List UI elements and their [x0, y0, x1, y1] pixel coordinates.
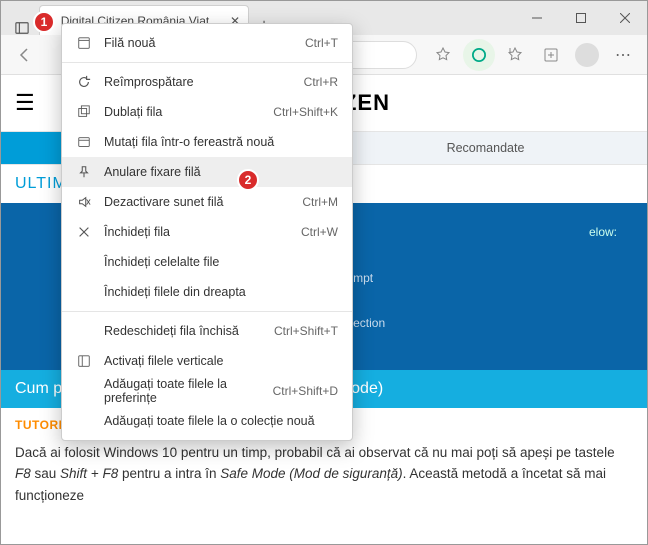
menu-item-shortcut: Ctrl+T [305, 36, 338, 50]
menu-item-label: Închideți filele din dreapta [104, 285, 338, 299]
menu-item-label: Dublați fila [104, 105, 261, 119]
menu-item-label: Anulare fixare filă [104, 165, 338, 179]
favorites-icon[interactable] [427, 39, 459, 71]
menu-item-label: Reîmprospătare [104, 75, 292, 89]
tab-context-menu: Filă nouă Ctrl+T Reîmprospătare Ctrl+R Dubla… [61, 23, 353, 441]
new-icon [76, 36, 92, 50]
nav-tab-recommended[interactable]: Recomandate [324, 132, 647, 164]
menu-item[interactable]: Filă nouă Ctrl+T [62, 28, 352, 58]
menu-item-label: Închideți fila [104, 225, 289, 239]
refresh-icon [76, 75, 92, 89]
menu-item-label: Adăugați toate filele la o colecție nouă [104, 414, 338, 428]
article-body: Dacă ai folosit Windows 10 pentru un tim… [1, 442, 647, 507]
minimize-button[interactable] [515, 1, 559, 35]
menu-item-label: Adăugați toate filele la preferințe [104, 377, 261, 405]
close-icon [76, 225, 92, 239]
window-controls [515, 1, 647, 35]
menu-item[interactable]: Mutați fila într-o fereastră nouă [62, 127, 352, 157]
mute-icon [76, 195, 92, 209]
menu-item[interactable]: Adăugați toate filele la o colecție nouă [62, 406, 352, 436]
menu-item[interactable]: Închideți fila Ctrl+W [62, 217, 352, 247]
menu-item[interactable]: Închideți filele din dreapta [62, 277, 352, 307]
menu-item-label: Filă nouă [104, 36, 293, 50]
maximize-button[interactable] [559, 1, 603, 35]
window-icon [76, 135, 92, 149]
menu-item-label: Activați filele verticale [104, 354, 338, 368]
menu-item-shortcut: Ctrl+M [302, 195, 338, 209]
dup-icon [76, 105, 92, 119]
menu-item[interactable]: Adăugați toate filele la preferințe Ctrl+… [62, 376, 352, 406]
menu-item[interactable]: Activați filele verticale [62, 346, 352, 376]
close-window-button[interactable] [603, 1, 647, 35]
collections-plus-icon[interactable] [535, 39, 567, 71]
menu-separator [62, 311, 352, 312]
menu-item-label: Redeschideți fila închisă [104, 324, 262, 338]
annotation-badge-2: 2 [237, 169, 259, 191]
profile-button[interactable] [571, 39, 603, 71]
menu-item[interactable]: Reîmprospătare Ctrl+R [62, 67, 352, 97]
menu-item[interactable]: Anulare fixare filă [62, 157, 352, 187]
menu-separator [62, 62, 352, 63]
annotation-badge-1: 1 [33, 11, 55, 33]
menu-item-shortcut: Ctrl+Shift+T [274, 324, 338, 338]
menu-item-shortcut: Ctrl+W [301, 225, 338, 239]
menu-item-label: Dezactivare sunet filă [104, 195, 290, 209]
back-button[interactable] [9, 39, 41, 71]
pin-icon [76, 165, 92, 179]
menu-item-shortcut: Ctrl+Shift+K [273, 105, 338, 119]
menu-item-label: Mutați fila într-o fereastră nouă [104, 135, 338, 149]
menu-item[interactable]: Închideți celelalte file [62, 247, 352, 277]
menu-item-shortcut: Ctrl+R [304, 75, 338, 89]
hamburger-icon[interactable]: ☰ [15, 90, 35, 116]
menu-item[interactable]: Dezactivare sunet filă Ctrl+M [62, 187, 352, 217]
menu-item[interactable]: Dublați fila Ctrl+Shift+K [62, 97, 352, 127]
menu-item-label: Închideți celelalte file [104, 255, 338, 269]
vert-icon [76, 354, 92, 368]
menu-item-shortcut: Ctrl+Shift+D [273, 384, 338, 398]
menu-button[interactable]: ⋯ [607, 39, 639, 71]
collections-icon[interactable] [499, 39, 531, 71]
menu-item[interactable]: Redeschideți fila închisă Ctrl+Shift+T [62, 316, 352, 346]
extension-icon[interactable] [463, 39, 495, 71]
